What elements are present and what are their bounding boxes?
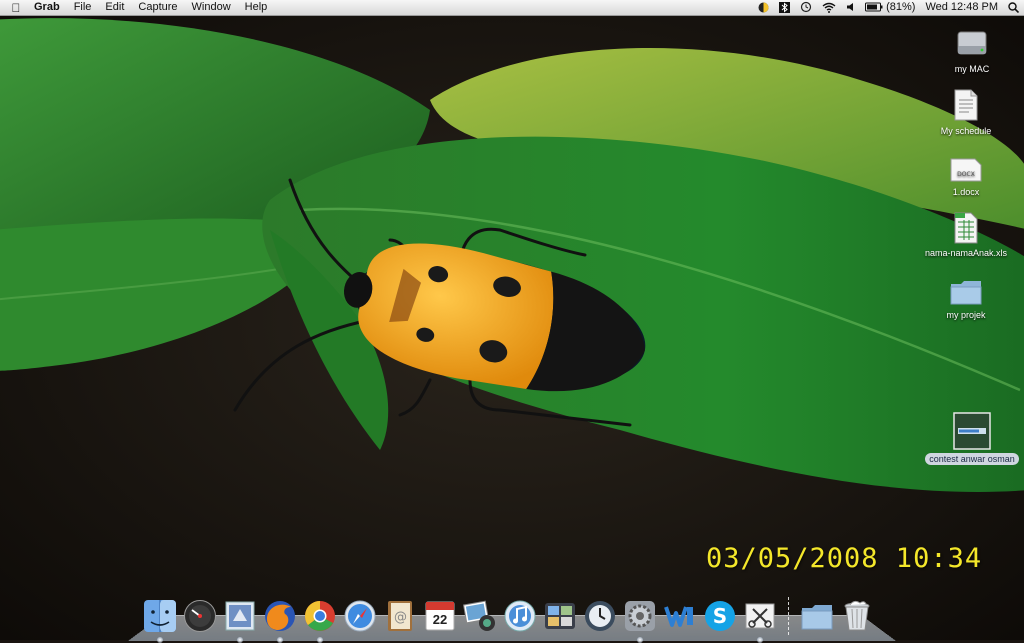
volume-icon[interactable] — [841, 0, 860, 15]
docx-icon: DOCX — [949, 155, 983, 183]
running-indicator — [237, 637, 243, 643]
do-not-disturb-icon[interactable] — [753, 0, 774, 15]
word-icon[interactable] — [661, 597, 699, 635]
dock-separator — [788, 597, 789, 635]
menu-window[interactable]: Window — [185, 0, 238, 15]
desktop-icon-my-mac[interactable]: my MAC — [922, 26, 1022, 75]
time-machine-icon[interactable] — [795, 0, 817, 15]
menu-bar:  Grab File Edit Capture Window Help (81… — [0, 0, 1024, 16]
menu-clock[interactable]: Wed 12:48 PM — [920, 0, 1003, 15]
svg-text:@: @ — [394, 610, 407, 625]
chrome-icon[interactable] — [301, 597, 339, 635]
desktop-icon-contest-anwar-osman[interactable]: contest anwar osman — [919, 412, 1024, 465]
grab-icon[interactable] — [741, 597, 779, 635]
skype-icon[interactable]: S — [701, 597, 739, 635]
safari-icon[interactable] — [341, 597, 379, 635]
desktop-icon-label: contest anwar osman — [925, 453, 1019, 465]
dashboard-icon[interactable] — [181, 597, 219, 635]
wifi-icon[interactable] — [817, 0, 841, 15]
desktop-icon-my-schedule[interactable]: My schedule — [916, 88, 1016, 137]
trash-icon[interactable] — [838, 597, 876, 635]
documents-folder-icon[interactable] — [798, 597, 836, 635]
app-menu-grab[interactable]: Grab — [32, 0, 67, 15]
itunes-icon[interactable] — [501, 597, 539, 635]
time-machine-icon[interactable] — [581, 597, 619, 635]
folder-icon — [949, 278, 983, 306]
hard-drive-icon — [955, 26, 989, 60]
desktop-icon-my-projek[interactable]: my projek — [916, 278, 1016, 321]
desktop-icon-label: My schedule — [937, 125, 996, 137]
system-preferences-icon[interactable] — [621, 597, 659, 635]
battery-icon — [865, 2, 883, 12]
apple-menu-icon[interactable]:  — [0, 1, 32, 15]
bluetooth-icon[interactable] — [774, 0, 795, 15]
svg-text:DOCX: DOCX — [957, 171, 975, 178]
menu-extras: (81%) Wed 12:48 PM — [753, 0, 1024, 15]
desktop-icon-label: 1.docx — [949, 186, 984, 198]
document-icon — [951, 88, 981, 122]
mail-icon[interactable] — [221, 597, 259, 635]
running-indicator — [637, 637, 643, 643]
spotlight-icon[interactable] — [1003, 0, 1024, 15]
address-book-icon[interactable]: @ — [381, 597, 419, 635]
photo-date-stamp: 03/05/2008 10:34 — [706, 543, 982, 574]
svg-text:S: S — [713, 604, 727, 628]
ical-day: 22 — [421, 612, 459, 627]
menu-edit[interactable]: Edit — [98, 0, 131, 15]
iphoto-icon[interactable] — [461, 597, 499, 635]
desktop-icon-1-docx[interactable]: DOCX 1.docx — [916, 155, 1016, 198]
spaces-icon[interactable] — [541, 597, 579, 635]
image-file-icon — [953, 412, 991, 450]
running-indicator — [277, 637, 283, 643]
desktop-icon-label: nama-namaAnak.xls — [921, 247, 1011, 259]
ical-icon[interactable]: 22 — [421, 597, 459, 635]
dock: @ 22 S — [140, 587, 890, 635]
menu-help[interactable]: Help — [238, 0, 275, 15]
running-indicator — [757, 637, 763, 643]
battery-percentage: (81%) — [886, 1, 915, 13]
desktop-icon-label: my MAC — [951, 63, 994, 75]
menu-file[interactable]: File — [67, 0, 99, 15]
finder-icon[interactable] — [141, 597, 179, 635]
running-indicator — [157, 637, 163, 643]
firefox-icon[interactable] — [261, 597, 299, 635]
desktop-icon-label: my projek — [942, 309, 989, 321]
battery-status[interactable]: (81%) — [860, 0, 920, 15]
desktop-icon-nama-namaanak-xls[interactable]: nama-namaAnak.xls — [916, 212, 1016, 259]
spreadsheet-icon — [952, 212, 980, 244]
menu-capture[interactable]: Capture — [131, 0, 184, 15]
running-indicator — [317, 637, 323, 643]
